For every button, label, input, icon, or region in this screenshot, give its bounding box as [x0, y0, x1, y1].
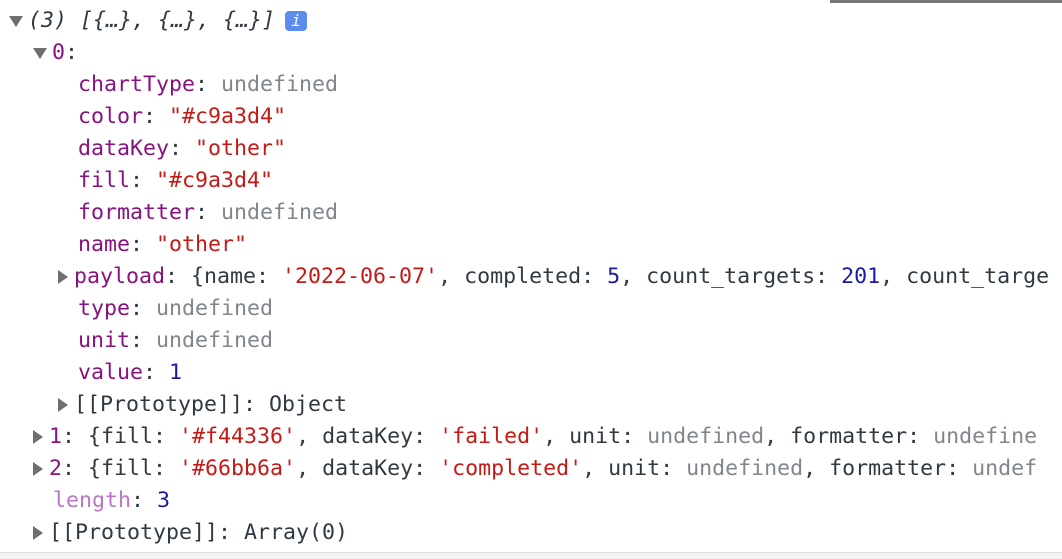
prop-value: undefined — [156, 328, 274, 353]
item-sep: , dataKey: — [296, 424, 440, 449]
prototype-label: [[Prototype]]: Object — [74, 392, 348, 417]
length-key: length — [53, 488, 132, 513]
colon: : — [130, 328, 157, 353]
item-0-row[interactable]: 0: — [33, 37, 1062, 69]
prop-value: 1 — [169, 360, 183, 385]
item-formatter: undefine — [933, 424, 1038, 449]
payload-name: '2022-06-07' — [282, 264, 439, 289]
payload-row[interactable]: payload: {name: '2022-06-07', completed:… — [58, 261, 1062, 293]
prop-key: name — [78, 232, 131, 257]
property-row: value: 1 — [78, 357, 1062, 389]
item-open: {fill: — [88, 424, 180, 449]
object-prototype-row[interactable]: [[Prototype]]: Object — [58, 389, 1062, 421]
collapsed-triangle-icon[interactable] — [33, 526, 43, 540]
prop-key: unit — [78, 328, 131, 353]
prop-key: type — [78, 296, 131, 321]
console-bottom-bar — [0, 552, 1062, 559]
property-row: dataKey: "other" — [78, 133, 1062, 165]
array-summary: (3) [{…}, {…}, {…}] — [28, 8, 276, 33]
colon: : — [130, 168, 157, 193]
array-summary-row[interactable]: (3) [{…}, {…}, {…}] i — [9, 5, 1062, 37]
colon: : — [130, 296, 157, 321]
item-sep: , dataKey: — [296, 456, 440, 481]
prop-key: value — [78, 360, 144, 385]
prop-value: undefined — [221, 200, 339, 225]
prop-key: payload — [74, 264, 166, 289]
prop-value: undefined — [156, 296, 274, 321]
payload-open: {name: — [191, 264, 283, 289]
payload-sep: , count_targe — [880, 264, 1050, 289]
collapsed-triangle-icon[interactable] — [58, 270, 68, 284]
item-index: 0 — [52, 40, 66, 65]
prop-value: "other" — [195, 136, 287, 161]
prop-value: undefined — [221, 72, 339, 97]
expand-triangle-icon[interactable] — [33, 47, 47, 59]
prop-key: dataKey — [78, 136, 170, 161]
prop-key: chartType — [78, 72, 196, 97]
item-open: {fill: — [88, 456, 180, 481]
collapsed-triangle-icon[interactable] — [58, 398, 68, 412]
length-row: length: 3 — [53, 485, 1062, 517]
item-datakey: 'completed' — [439, 456, 583, 481]
payload-count-targets: 201 — [841, 264, 881, 289]
colon: : — [195, 72, 222, 97]
prop-key: color — [78, 104, 144, 129]
prop-key: formatter — [78, 200, 196, 225]
payload-completed: 5 — [607, 264, 621, 289]
item-fill: '#f44336' — [179, 424, 297, 449]
collapsed-triangle-icon[interactable] — [33, 462, 43, 476]
length-value: 3 — [157, 488, 171, 513]
item-sep: , formatter: — [764, 424, 934, 449]
prop-value: "other" — [156, 232, 248, 257]
item-index: 2 — [49, 456, 63, 481]
colon: : — [165, 264, 192, 289]
colon: : — [143, 104, 170, 129]
property-row: fill: "#c9a3d4" — [78, 165, 1062, 197]
property-row: name: "other" — [78, 229, 1062, 261]
colon: : — [131, 488, 158, 513]
item-datakey: 'failed' — [439, 424, 544, 449]
colon: : — [130, 232, 157, 257]
info-icon[interactable]: i — [285, 11, 308, 31]
colon: : — [65, 40, 79, 65]
prop-value: "#c9a3d4" — [169, 104, 287, 129]
item-unit: undefined — [686, 456, 804, 481]
property-row: color: "#c9a3d4" — [78, 101, 1062, 133]
item-sep: , unit: — [582, 456, 687, 481]
colon: : — [143, 360, 170, 385]
item-unit: undefined — [647, 424, 765, 449]
property-row: chartType: undefined — [78, 69, 1062, 101]
item-1-row[interactable]: 1: {fill: '#f44336', dataKey: 'failed', … — [33, 421, 1062, 453]
prop-value: "#c9a3d4" — [156, 168, 274, 193]
item-2-row[interactable]: 2: {fill: '#66bb6a', dataKey: 'completed… — [33, 453, 1062, 485]
colon: : — [169, 136, 196, 161]
cut-off-link-underline — [830, 0, 1062, 3]
property-row: type: undefined — [78, 293, 1062, 325]
expand-triangle-icon[interactable] — [9, 15, 23, 27]
payload-sep: , completed: — [438, 264, 608, 289]
array-prototype-row[interactable]: [[Prototype]]: Array(0) — [33, 517, 1062, 549]
payload-sep: , count_targets: — [620, 264, 842, 289]
colon: : — [195, 200, 222, 225]
colon: : — [62, 456, 89, 481]
prototype-label: [[Prototype]]: Array(0) — [49, 520, 349, 545]
property-row: formatter: undefined — [78, 197, 1062, 229]
prop-key: fill — [78, 168, 131, 193]
item-sep: , unit: — [543, 424, 648, 449]
item-sep: , formatter: — [803, 456, 973, 481]
property-row: unit: undefined — [78, 325, 1062, 357]
item-index: 1 — [49, 424, 63, 449]
item-fill: '#66bb6a' — [179, 456, 297, 481]
collapsed-triangle-icon[interactable] — [33, 430, 43, 444]
item-formatter: undef — [972, 456, 1038, 481]
colon: : — [62, 424, 89, 449]
